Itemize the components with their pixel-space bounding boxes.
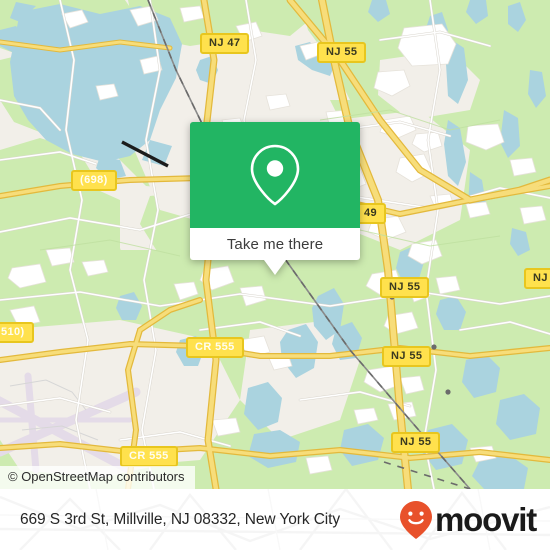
- osm-attribution[interactable]: © OpenStreetMap contributors: [0, 466, 195, 489]
- route-shield-698[interactable]: (698): [71, 170, 117, 191]
- moovit-smiling-pin-icon: [400, 500, 433, 539]
- route-shield-cr555-bottom[interactable]: CR 555: [120, 446, 178, 467]
- footer-content: 669 S 3rd St, Millville, NJ 08332, New Y…: [0, 489, 550, 550]
- route-shield-nj4-edge[interactable]: NJ 4: [524, 268, 550, 289]
- route-shield-cr555-mid[interactable]: CR 555: [186, 337, 244, 358]
- destination-callout-card[interactable]: Take me there: [190, 122, 360, 275]
- map-screenshot-root: NJ 47 NJ 55 (698) 49 NJ 55 NJ 4 510) CR …: [0, 0, 550, 550]
- route-shield-nj55-bottom[interactable]: NJ 55: [391, 432, 441, 453]
- footer-bar: 669 S 3rd St, Millville, NJ 08332, New Y…: [0, 489, 550, 550]
- callout-header: [190, 122, 360, 228]
- callout-pointer-tail: [264, 260, 286, 275]
- map-pin-icon: [250, 144, 300, 206]
- take-me-there-button[interactable]: Take me there: [190, 228, 360, 260]
- route-shield-nj47-top[interactable]: NJ 47: [200, 33, 250, 54]
- route-shield-510[interactable]: 510): [0, 322, 34, 343]
- route-shield-nj55-top[interactable]: NJ 55: [317, 42, 367, 63]
- route-shield-nj55-mid[interactable]: NJ 55: [380, 277, 430, 298]
- route-shield-nj55-lower[interactable]: NJ 55: [382, 346, 432, 367]
- map-canvas[interactable]: NJ 47 NJ 55 (698) 49 NJ 55 NJ 4 510) CR …: [0, 0, 550, 489]
- address-label: 669 S 3rd St, Millville, NJ 08332, New Y…: [20, 510, 340, 528]
- moovit-brand[interactable]: moovit: [399, 500, 537, 540]
- moovit-wordmark: moovit: [435, 501, 537, 538]
